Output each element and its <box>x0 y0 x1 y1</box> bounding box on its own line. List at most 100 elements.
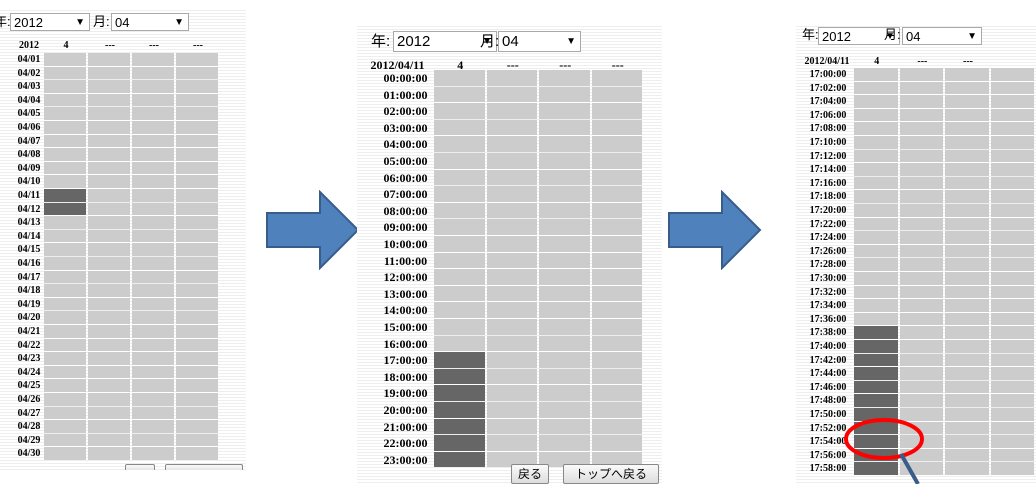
grid-cell[interactable] <box>434 186 485 202</box>
grid-cell[interactable] <box>591 153 642 169</box>
grid-cell[interactable] <box>88 406 130 420</box>
grid-cell[interactable] <box>176 447 218 460</box>
grid-cell[interactable] <box>88 433 130 447</box>
grid-cell[interactable] <box>88 338 130 352</box>
grid-cell[interactable] <box>486 302 537 318</box>
grid-cell[interactable] <box>591 269 642 285</box>
grid-cell[interactable] <box>486 186 537 202</box>
grid-cell[interactable] <box>434 153 485 169</box>
grid-cell[interactable] <box>132 175 174 188</box>
grid-cell[interactable] <box>132 202 174 216</box>
grid-cell[interactable] <box>88 311 130 324</box>
grid-cell[interactable] <box>486 352 537 368</box>
grid-cell[interactable] <box>176 257 218 270</box>
grid-cell[interactable] <box>88 216 130 229</box>
grid-cell[interactable] <box>176 216 218 229</box>
grid-cell[interactable] <box>88 284 130 297</box>
grid-cell[interactable] <box>132 284 174 297</box>
grid-cell[interactable] <box>539 319 590 335</box>
grid-cell[interactable] <box>88 297 130 311</box>
grid-cell[interactable] <box>44 420 86 433</box>
grid-cell[interactable] <box>486 103 537 119</box>
grid-cell[interactable] <box>539 202 590 219</box>
grid-cell[interactable] <box>44 107 86 120</box>
grid-cell[interactable] <box>434 103 485 119</box>
grid-cell[interactable] <box>88 148 130 161</box>
grid-cell[interactable] <box>486 418 537 435</box>
grid-cell[interactable] <box>132 352 174 365</box>
month-select[interactable]: 04 ▼ <box>498 31 581 52</box>
grid-cell[interactable] <box>132 243 174 256</box>
grid-cell[interactable] <box>539 335 590 352</box>
grid-cell[interactable] <box>88 447 130 460</box>
grid-cell[interactable] <box>176 297 218 311</box>
grid-cell[interactable] <box>539 136 590 152</box>
grid-cell[interactable] <box>132 406 174 420</box>
grid-cell[interactable] <box>176 270 218 284</box>
grid-cell[interactable] <box>434 435 485 451</box>
grid-cell[interactable] <box>132 134 174 148</box>
grid-cell[interactable] <box>44 189 86 202</box>
grid-cell[interactable] <box>591 202 642 219</box>
grid-cell[interactable] <box>88 379 130 392</box>
grid-cell[interactable] <box>176 66 218 80</box>
grid-cell[interactable] <box>176 406 218 420</box>
grid-cell[interactable] <box>88 325 130 338</box>
grid-cell[interactable] <box>591 119 642 136</box>
grid-cell[interactable] <box>176 393 218 406</box>
grid-cell[interactable] <box>176 202 218 216</box>
grid-cell[interactable] <box>176 311 218 324</box>
grid-cell[interactable] <box>44 134 86 148</box>
grid-cell[interactable] <box>486 285 537 302</box>
grid-cell[interactable] <box>591 335 642 352</box>
grid-cell[interactable] <box>434 269 485 285</box>
grid-cell[interactable] <box>591 285 642 302</box>
grid-cell[interactable] <box>176 379 218 392</box>
grid-cell[interactable] <box>88 80 130 93</box>
grid-cell[interactable] <box>539 352 590 368</box>
grid-cell[interactable] <box>486 252 537 269</box>
grid-cell[interactable] <box>132 148 174 161</box>
top-button-partial[interactable] <box>165 464 243 470</box>
grid-cell[interactable] <box>44 406 86 420</box>
grid-cell[interactable] <box>44 66 86 80</box>
grid-cell[interactable] <box>434 252 485 269</box>
grid-cell[interactable] <box>132 53 174 66</box>
grid-cell[interactable] <box>44 311 86 324</box>
grid-cell[interactable] <box>176 93 218 107</box>
grid-cell[interactable] <box>176 148 218 161</box>
grid-cell[interactable] <box>434 236 485 252</box>
grid-cell[interactable] <box>539 302 590 318</box>
grid-cell[interactable] <box>44 393 86 406</box>
grid-cell[interactable] <box>591 368 642 385</box>
grid-cell[interactable] <box>591 385 642 401</box>
grid-cell[interactable] <box>176 107 218 120</box>
grid-cell[interactable] <box>434 119 485 136</box>
grid-cell[interactable] <box>132 311 174 324</box>
grid-cell[interactable] <box>539 186 590 202</box>
grid-cell[interactable] <box>434 319 485 335</box>
grid-cell[interactable] <box>132 393 174 406</box>
grid-cell[interactable] <box>44 257 86 270</box>
back-button-partial[interactable] <box>125 464 155 470</box>
grid-cell[interactable] <box>132 107 174 120</box>
grid-cell[interactable] <box>176 121 218 134</box>
grid-cell[interactable] <box>132 420 174 433</box>
grid-cell[interactable] <box>88 189 130 202</box>
grid-cell[interactable] <box>591 70 642 86</box>
grid-cell[interactable] <box>132 433 174 447</box>
grid-cell[interactable] <box>88 420 130 433</box>
grid-cell[interactable] <box>486 402 537 418</box>
grid-cell[interactable] <box>44 297 86 311</box>
grid-cell[interactable] <box>44 216 86 229</box>
grid-cell[interactable] <box>176 243 218 256</box>
grid-cell[interactable] <box>132 447 174 460</box>
grid-cell[interactable] <box>486 119 537 136</box>
grid-cell[interactable] <box>591 86 642 103</box>
grid-cell[interactable] <box>591 352 642 368</box>
grid-cell[interactable] <box>88 257 130 270</box>
grid-cell[interactable] <box>591 319 642 335</box>
grid-cell[interactable] <box>486 136 537 152</box>
grid-cell[interactable] <box>132 93 174 107</box>
grid-cell[interactable] <box>434 169 485 186</box>
